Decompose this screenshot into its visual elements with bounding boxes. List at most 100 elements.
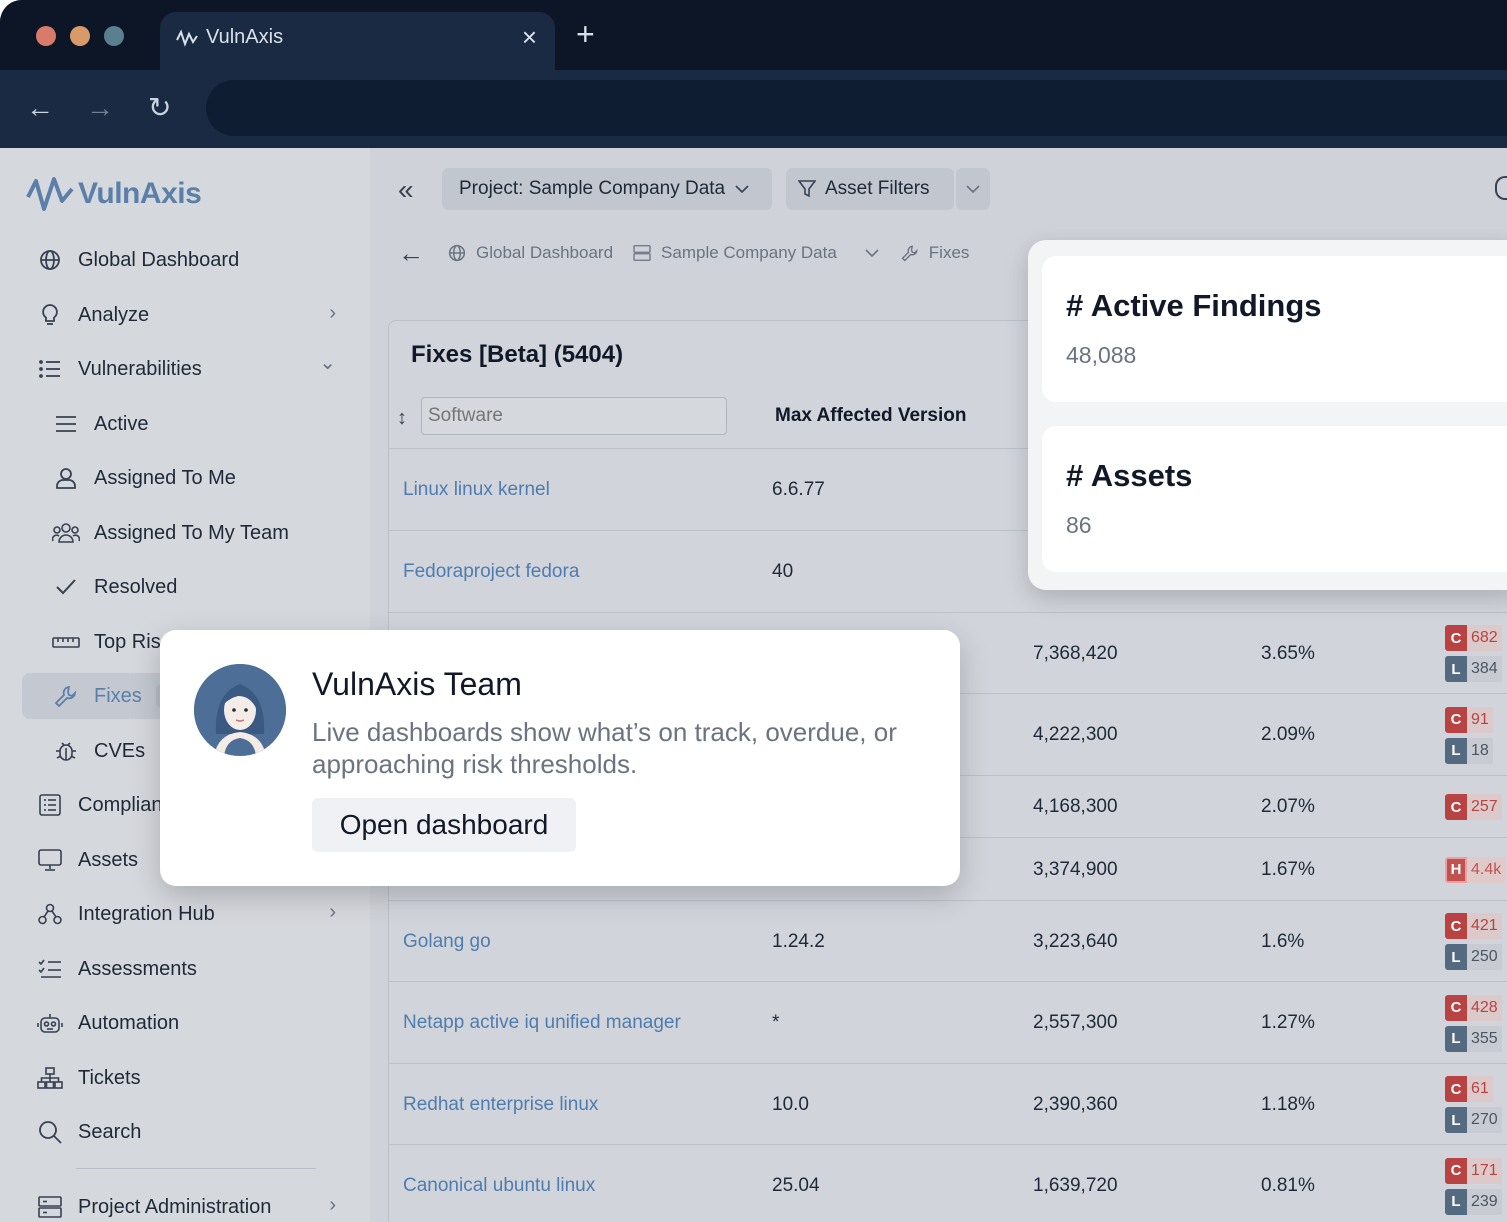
severity-badge[interactable]: L 384 <box>1445 656 1502 682</box>
breadcrumb-item-project[interactable]: Sample Company Data <box>633 243 837 263</box>
chevron-right-icon: › <box>329 1194 336 1216</box>
severity-badges: C 61 L 270 <box>1445 1076 1502 1138</box>
max-affected-version: 6.6.77 <box>772 479 825 500</box>
sidebar-divider <box>76 1168 316 1169</box>
brand[interactable]: VulnAxis <box>26 174 202 214</box>
sidebar-item-assigned-to-me[interactable]: Assigned To Me <box>22 455 350 501</box>
tab-close-icon[interactable]: × <box>522 22 537 53</box>
risk-score: 4,222,300 <box>1033 724 1118 745</box>
severity-badge[interactable]: L 250 <box>1445 944 1502 970</box>
reload-button[interactable]: ↻ <box>148 92 171 124</box>
sidebar-item-resolved[interactable]: Resolved <box>22 564 350 610</box>
forward-button[interactable]: → <box>86 92 114 124</box>
maximize-window-button[interactable] <box>104 26 124 46</box>
table-row[interactable]: Canonical ubuntu linux 25.04 1,639,720 0.81… <box>389 1145 1507 1222</box>
breadcrumb-item-fixes[interactable]: Fixes <box>901 243 969 263</box>
breadcrumb-item-global-dashboard[interactable]: Global Dashboard <box>448 243 613 263</box>
risk-percent: 2.07% <box>1261 796 1315 817</box>
severity-letter: L <box>1445 737 1467 764</box>
breadcrumb: ← Global Dashboard Sample Company Data F… <box>398 238 969 269</box>
severity-badge[interactable]: C 91 <box>1445 706 1493 733</box>
severity-badge[interactable]: H 4.4k <box>1445 856 1506 883</box>
severity-badge[interactable]: L 270 <box>1445 1107 1502 1133</box>
severity-letter: H <box>1445 856 1467 883</box>
table-row[interactable]: Redhat enterprise linux 10.0 2,390,360 1.18… <box>389 1064 1507 1145</box>
asset-filters-button[interactable]: Asset Filters <box>786 168 954 210</box>
sidebar-item-label: Integration Hub <box>78 902 215 925</box>
severity-badge[interactable]: C 421 <box>1445 913 1502 939</box>
sidebar-item-search[interactable]: Search <box>22 1109 350 1155</box>
severity-count: 18 <box>1467 737 1493 764</box>
new-tab-button[interactable]: + <box>576 16 595 52</box>
severity-badge[interactable]: C 257 <box>1445 794 1502 820</box>
notification-title: VulnAxis Team <box>312 666 522 702</box>
table-row[interactable]: Golang go 1.24.2 3,223,640 1.6% C 421 L 250 <box>389 901 1507 982</box>
software-link[interactable]: Canonical ubuntu linux <box>403 1175 595 1197</box>
sidebar-item-vulnerabilities[interactable]: Vulnerabilities ⌄ <box>22 346 350 392</box>
bell-icon[interactable] <box>1495 176 1507 200</box>
sidebar-item-assigned-to-my-team[interactable]: Assigned To My Team <box>22 510 350 556</box>
sidebar-item-label: Top Ris <box>94 630 161 653</box>
team-notification-card: VulnAxis Team Live dashboards show what’… <box>160 630 960 886</box>
severity-letter: C <box>1445 706 1467 733</box>
sidebar-item-tickets[interactable]: Tickets <box>22 1055 350 1101</box>
severity-badge[interactable]: L 239 <box>1445 1188 1502 1215</box>
table-row[interactable]: Netapp active iq unified manager * 2,557,3… <box>389 982 1507 1064</box>
risk-score: 3,374,900 <box>1033 858 1118 880</box>
software-link[interactable]: Fedoraproject fedora <box>403 561 579 583</box>
close-window-button[interactable] <box>36 26 56 46</box>
software-link[interactable]: Netapp active iq unified manager <box>403 1012 681 1034</box>
sidebar-item-label: Assigned To Me <box>94 466 236 489</box>
robot-icon <box>36 1009 64 1037</box>
open-dashboard-button[interactable]: Open dashboard <box>312 798 576 852</box>
max-affected-version: * <box>772 1012 780 1033</box>
severity-count: 428 <box>1467 994 1502 1021</box>
software-link[interactable]: Golang go <box>403 931 491 953</box>
sidebar-item-global-dashboard[interactable]: Global Dashboard <box>22 237 350 283</box>
back-button[interactable]: ← <box>26 92 54 124</box>
severity-badge[interactable]: C 682 <box>1445 625 1502 651</box>
severity-badge[interactable]: L 355 <box>1445 1025 1502 1052</box>
software-filter-input[interactable] <box>421 397 727 435</box>
browser-tab[interactable]: VulnAxis × <box>160 12 555 70</box>
column-header-max-affected-version[interactable]: Max Affected Version <box>775 405 966 427</box>
software-link[interactable]: Redhat enterprise linux <box>403 1094 598 1116</box>
minimize-window-button[interactable] <box>70 26 90 46</box>
collapse-sidebar-button[interactable]: « <box>398 174 414 206</box>
sidebar-item-automation[interactable]: Automation <box>22 1000 350 1046</box>
severity-letter: L <box>1445 656 1467 682</box>
breadcrumb-back-button[interactable]: ← <box>398 238 424 269</box>
severity-count: 421 <box>1467 913 1502 939</box>
sidebar-item-project-administration[interactable]: Project Administration › <box>22 1184 350 1222</box>
sidebar-item-active[interactable]: Active <box>22 401 350 447</box>
resize-icon[interactable]: ↕ <box>397 407 407 430</box>
severity-count: 4.4k <box>1467 856 1506 883</box>
severity-badge[interactable]: C 171 <box>1445 1157 1502 1184</box>
software-link[interactable]: Linux linux kernel <box>403 479 550 501</box>
severity-letter: L <box>1445 944 1467 970</box>
project-selector[interactable]: Project: Sample Company Data <box>442 168 772 210</box>
sidebar-item-label: Complian <box>78 793 163 816</box>
sidebar-item-analyze[interactable]: Analyze › <box>22 292 350 338</box>
severity-count: 239 <box>1467 1188 1502 1215</box>
stat-value: 86 <box>1066 512 1092 538</box>
sidebar-item-integration-hub[interactable]: Integration Hub › <box>22 891 350 937</box>
address-bar[interactable] <box>206 80 1507 136</box>
severity-count: 270 <box>1467 1107 1502 1133</box>
severity-badges: C 171 L 239 <box>1445 1157 1502 1220</box>
chevron-down-icon[interactable] <box>865 248 879 258</box>
asset-filters-dropdown-button[interactable] <box>956 168 990 210</box>
server-icon <box>36 1193 64 1221</box>
severity-badge[interactable]: C 428 <box>1445 994 1502 1021</box>
bug-icon <box>52 737 80 765</box>
nodes-icon <box>36 900 64 928</box>
sidebar-item-assessments[interactable]: Assessments <box>22 946 350 992</box>
max-affected-version: 25.04 <box>772 1175 820 1196</box>
severity-letter: C <box>1445 1157 1467 1184</box>
severity-badges: C 682 L 384 <box>1445 625 1502 687</box>
severity-badge[interactable]: L 18 <box>1445 737 1493 764</box>
chevron-down-icon <box>735 184 749 193</box>
severity-badge[interactable]: C 61 <box>1445 1076 1502 1102</box>
severity-count: 250 <box>1467 944 1502 970</box>
wrench-icon <box>901 245 918 262</box>
